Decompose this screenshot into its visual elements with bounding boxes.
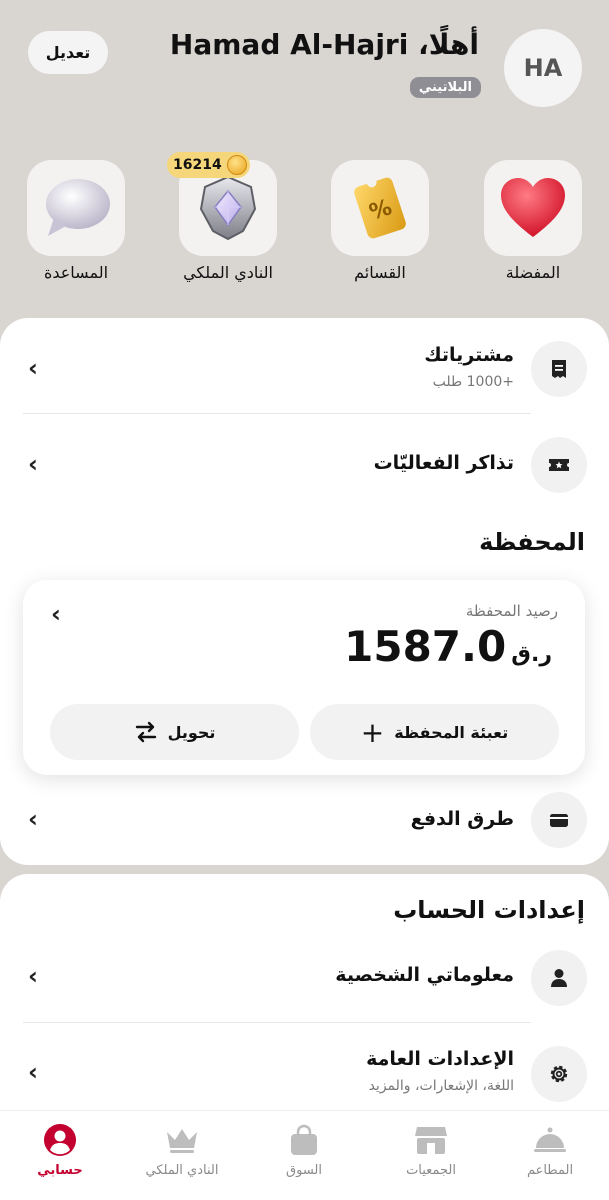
edit-profile-button[interactable]: تعديل [28, 31, 108, 74]
nav-royal-club[interactable]: النادي الملكي [127, 1123, 237, 1178]
wallet-chevron-left-icon[interactable]: ‹ [51, 600, 61, 628]
bottom-nav: المطاعم الجمعيات السوق النادي الملكي حسا… [0, 1110, 609, 1200]
account-settings-title: إعدادات الحساب [393, 896, 585, 924]
chat-bubble-icon [46, 179, 110, 236]
tile-vouchers[interactable]: % [331, 160, 429, 256]
chevron-left-icon: ‹ [28, 805, 38, 833]
royal-club-emblem-icon [199, 175, 257, 241]
balance-value: 1587.0 [344, 622, 507, 671]
tickets-row[interactable]: تذاكر الفعاليّات ‹ [0, 434, 609, 496]
topup-label: تعبئة المحفظة [394, 722, 509, 742]
personal-info-row[interactable]: معلوماتي الشخصية ‹ [0, 950, 609, 1006]
personal-icon-wrap [531, 950, 587, 1006]
general-settings-row[interactable]: الإعدادات العامة اللغة، الإشعارات، والمز… [0, 1044, 609, 1104]
user-icon [551, 969, 567, 987]
divider [23, 1022, 531, 1023]
coin-icon [226, 155, 247, 175]
nav-market-label: السوق [286, 1163, 322, 1178]
payment-methods-title: طرق الدفع [410, 808, 514, 830]
cloche-icon [534, 1127, 566, 1152]
voucher-icon: % [354, 177, 406, 239]
personal-info-title: معلوماتي الشخصية [335, 964, 514, 986]
gear-icon [550, 1065, 568, 1083]
chevron-left-icon: ‹ [28, 962, 38, 990]
nav-cooperatives-label: الجمعيات [406, 1163, 456, 1178]
nav-market[interactable]: السوق [249, 1123, 359, 1178]
store-icon [415, 1127, 447, 1154]
purchases-title: مشترياتك [424, 344, 514, 366]
tier-badge: البلاتيني [409, 77, 481, 98]
general-settings-subtitle: اللغة، الإشعارات، والمزيد [368, 1078, 514, 1094]
purchases-subtitle: +1000 طلب [432, 374, 514, 390]
tile-royal-club-label: النادي الملكي [183, 263, 273, 282]
purchases-row[interactable]: مشترياتك +1000 طلب ‹ [0, 338, 609, 400]
wallet-balance: ر.ق 1587.0 [344, 622, 558, 671]
nav-account[interactable]: حسابي [5, 1123, 115, 1178]
purchases-icon-wrap [531, 341, 587, 397]
avatar[interactable]: HA [504, 29, 582, 107]
general-icon-wrap [531, 1046, 587, 1102]
plus-icon: + [360, 715, 385, 749]
ticket-icon [549, 459, 569, 471]
wallet-card: رصيد المحفظة ر.ق 1587.0 ‹ + تعبئة المحفظ… [23, 580, 585, 775]
wallet-balance-label: رصيد المحفظة [465, 602, 558, 620]
tile-favorites[interactable] [484, 160, 582, 256]
currency-label: ر.ق [511, 642, 552, 667]
transfer-label: تحويل [167, 722, 216, 742]
transfer-button[interactable]: تحويل [50, 704, 299, 760]
chevron-left-icon: ‹ [28, 450, 38, 478]
payment-icon-wrap [531, 792, 587, 848]
divider [23, 413, 531, 414]
tile-help[interactable] [27, 160, 125, 256]
points-badge: 16214 [167, 152, 250, 178]
heart-icon [501, 178, 565, 237]
nav-royal-club-label: النادي الملكي [145, 1163, 219, 1178]
nav-restaurants-label: المطاعم [526, 1163, 574, 1178]
crown-icon [167, 1129, 197, 1153]
chevron-left-icon: ‹ [28, 354, 38, 382]
wallet-icon [550, 814, 568, 827]
nav-restaurants[interactable]: المطاعم [495, 1123, 605, 1178]
shopping-bag-icon [291, 1124, 317, 1155]
wallet-section-title: المحفظة [479, 528, 585, 556]
greeting-title: أهلًا، Hamad Al-Hajri [169, 28, 479, 61]
topup-wallet-button[interactable]: + تعبئة المحفظة [310, 704, 559, 760]
points-value: 16214 [173, 157, 222, 173]
tickets-title: تذاكر الفعاليّات [373, 452, 514, 474]
tile-favorites-label: المفضلة [505, 263, 561, 282]
transfer-arrows-icon [135, 721, 156, 743]
chevron-left-icon: ‹ [28, 1058, 38, 1086]
general-settings-title: الإعدادات العامة [366, 1048, 514, 1070]
nav-account-label: حسابي [37, 1163, 83, 1178]
receipt-icon [552, 360, 566, 378]
tile-vouchers-label: القسائم [354, 263, 406, 282]
tickets-icon-wrap [531, 437, 587, 493]
nav-cooperatives[interactable]: الجمعيات [376, 1123, 486, 1178]
account-icon [44, 1124, 76, 1156]
payment-methods-row[interactable]: طرق الدفع ‹ [0, 792, 609, 854]
tile-help-label: المساعدة [43, 263, 109, 282]
